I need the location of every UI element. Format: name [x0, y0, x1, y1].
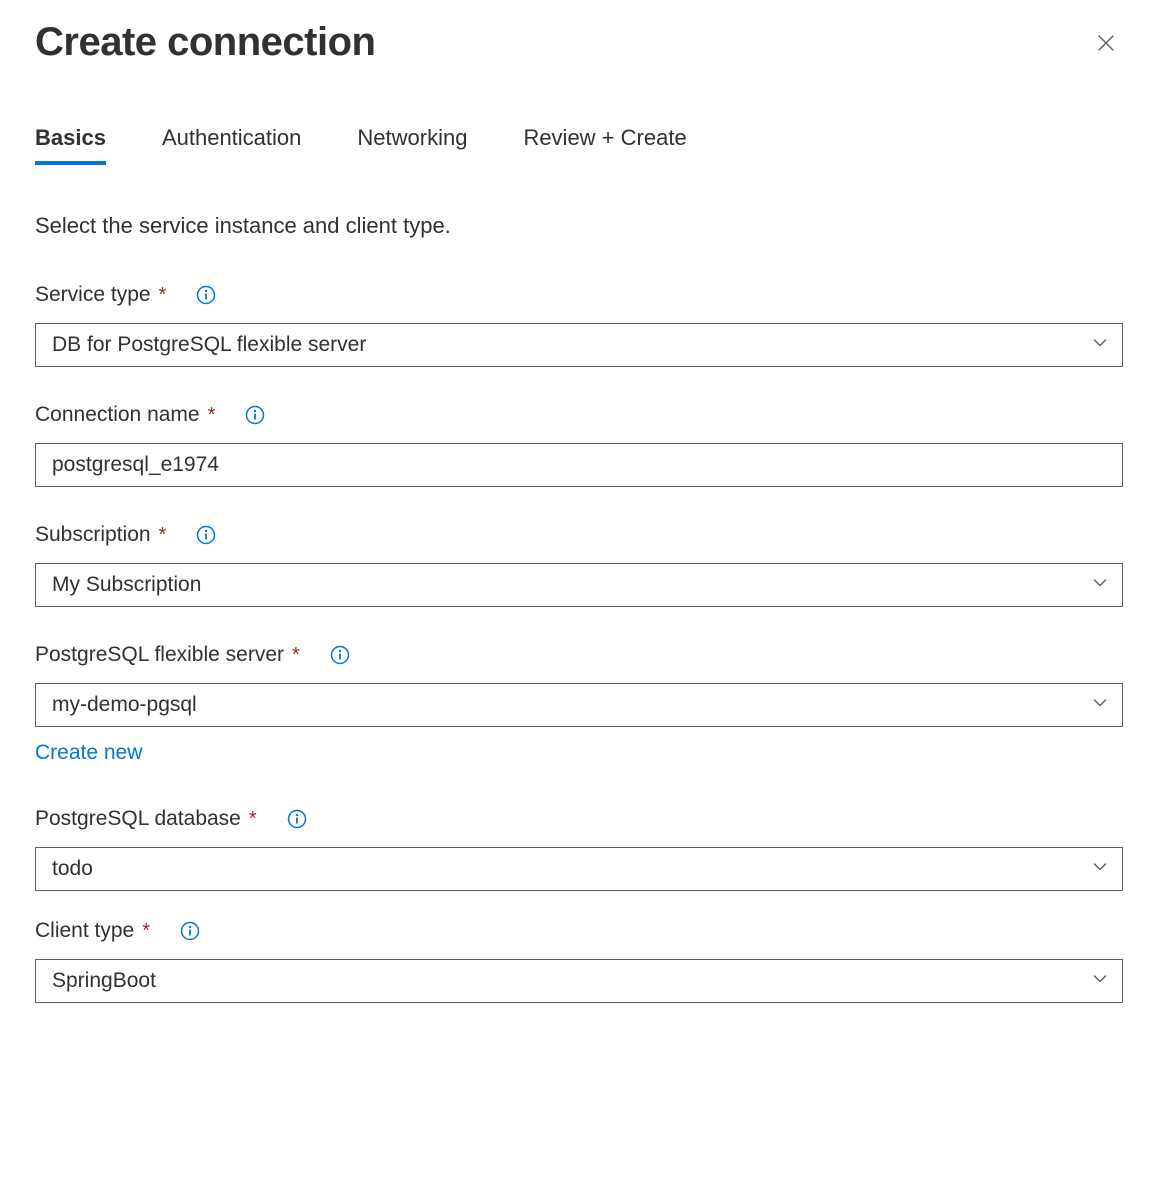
info-icon[interactable] [287, 809, 307, 829]
client-type-select[interactable]: SpringBoot [35, 959, 1123, 1003]
info-icon[interactable] [330, 645, 350, 665]
service-type-label: Service type [35, 283, 151, 307]
subscription-select[interactable]: My Subscription [35, 563, 1123, 607]
required-asterisk: * [142, 920, 150, 943]
label-row: Service type * [35, 283, 1123, 307]
field-subscription: Subscription * My Subscription [35, 523, 1123, 607]
flex-server-select[interactable]: my-demo-pgsql [35, 683, 1123, 727]
create-new-link[interactable]: Create new [35, 741, 142, 765]
page-title: Create connection [35, 20, 375, 65]
field-database: PostgreSQL database * todo [35, 807, 1123, 891]
tab-networking[interactable]: Networking [357, 125, 467, 165]
client-type-value: SpringBoot [52, 969, 1078, 993]
field-client-type: Client type * SpringBoot [35, 919, 1123, 1003]
info-icon[interactable] [180, 921, 200, 941]
service-type-select[interactable]: DB for PostgreSQL flexible server [35, 323, 1123, 367]
database-value: todo [52, 857, 1078, 881]
label-row: Subscription * [35, 523, 1123, 547]
field-service-type: Service type * DB for PostgreSQL flexibl… [35, 283, 1123, 367]
client-type-label: Client type [35, 919, 134, 943]
database-label: PostgreSQL database [35, 807, 241, 831]
close-button[interactable] [1089, 26, 1123, 63]
service-type-value: DB for PostgreSQL flexible server [52, 333, 1078, 357]
required-asterisk: * [292, 644, 300, 667]
connection-name-label: Connection name [35, 403, 200, 427]
required-asterisk: * [249, 808, 257, 831]
required-asterisk: * [159, 524, 167, 547]
label-row: PostgreSQL database * [35, 807, 1123, 831]
required-asterisk: * [159, 284, 167, 307]
tab-authentication[interactable]: Authentication [162, 125, 301, 165]
info-icon[interactable] [196, 285, 216, 305]
flex-server-value: my-demo-pgsql [52, 693, 1078, 717]
info-icon[interactable] [245, 405, 265, 425]
subscription-label: Subscription [35, 523, 151, 547]
label-row: Client type * [35, 919, 1123, 943]
flex-server-label: PostgreSQL flexible server [35, 643, 284, 667]
label-row: PostgreSQL flexible server * [35, 643, 1123, 667]
close-icon [1095, 42, 1117, 57]
connection-name-input[interactable] [35, 443, 1123, 487]
tab-review-create[interactable]: Review + Create [523, 125, 686, 165]
field-connection-name: Connection name * [35, 403, 1123, 487]
tab-bar: Basics Authentication Networking Review … [35, 125, 1123, 165]
tab-basics[interactable]: Basics [35, 125, 106, 165]
panel-header: Create connection [35, 20, 1123, 65]
field-flex-server: PostgreSQL flexible server * my-demo-pgs… [35, 643, 1123, 765]
database-select[interactable]: todo [35, 847, 1123, 891]
instruction-text: Select the service instance and client t… [35, 213, 1123, 239]
info-icon[interactable] [196, 525, 216, 545]
subscription-value: My Subscription [52, 573, 1078, 597]
label-row: Connection name * [35, 403, 1123, 427]
required-asterisk: * [208, 404, 216, 427]
